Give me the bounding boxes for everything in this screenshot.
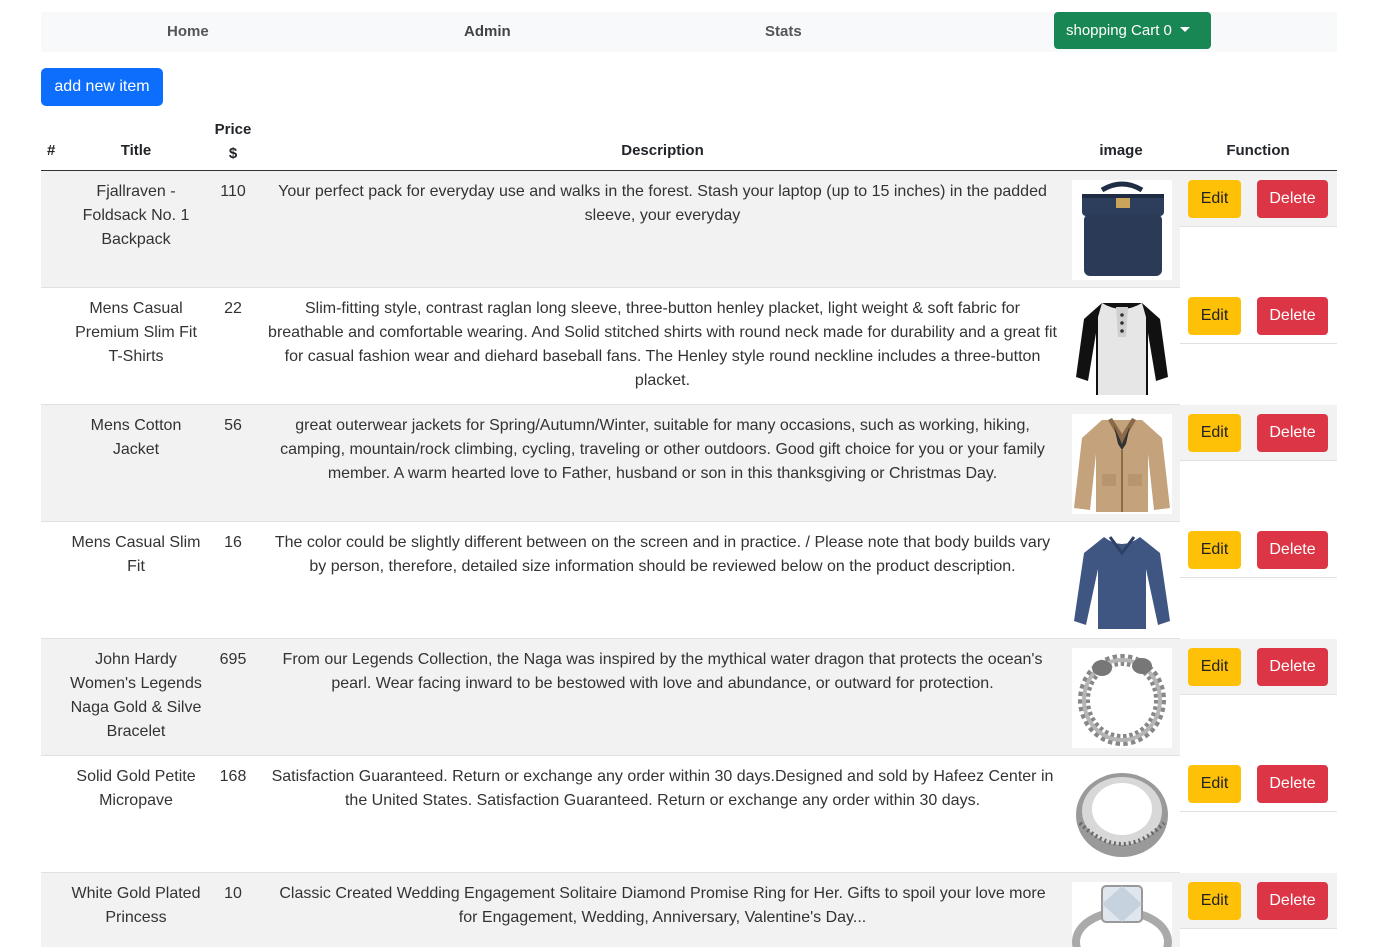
item-title: John Hardy Women's Legends Naga Gold & S… <box>70 651 202 740</box>
items-table: # Title Price $ Description image Functio… <box>41 112 1337 947</box>
caret-down-icon <box>1179 27 1190 32</box>
item-price: 168 <box>219 768 247 785</box>
table-row: Fjallraven - Foldsack No. 1 Backpack 110… <box>41 171 1337 288</box>
delete-button[interactable]: Delete <box>1257 648 1328 686</box>
table-row: White Gold Plated Princess 10 Classic Cr… <box>41 873 1337 947</box>
item-price: 56 <box>224 417 242 434</box>
header-price-unit: $ <box>228 145 238 162</box>
item-price: 22 <box>224 300 242 317</box>
delete-button[interactable]: Delete <box>1257 765 1328 803</box>
delete-button[interactable]: Delete <box>1257 297 1328 335</box>
delete-button[interactable]: Delete <box>1257 882 1328 920</box>
item-price: 110 <box>220 183 246 200</box>
item-description: The color could be slightly different be… <box>274 534 1051 575</box>
edit-button[interactable]: Edit <box>1188 648 1241 686</box>
edit-button[interactable]: Edit <box>1188 531 1241 569</box>
edit-button[interactable]: Edit <box>1188 765 1241 803</box>
item-title: Solid Gold Petite Micropave <box>76 768 196 809</box>
diamond-ring-image <box>1072 882 1172 947</box>
add-new-item-button[interactable]: add new item <box>41 68 163 106</box>
delete-button[interactable]: Delete <box>1257 531 1328 569</box>
edit-button[interactable]: Edit <box>1188 882 1241 920</box>
jacket-image <box>1072 414 1172 514</box>
item-title: White Gold Plated Princess <box>71 885 201 926</box>
delete-button[interactable]: Delete <box>1257 180 1328 218</box>
table-row: Mens Cotton Jacket 56 great outerwear ja… <box>41 405 1337 522</box>
bracelet-image <box>1072 648 1172 748</box>
edit-button[interactable]: Edit <box>1188 414 1241 452</box>
item-description: great outerwear jackets for Spring/Autum… <box>280 417 1045 482</box>
item-description: Classic Created Wedding Engagement Solit… <box>279 885 1046 926</box>
table-row: Mens Casual Slim Fit 16 The color could … <box>41 522 1337 639</box>
item-price: 695 <box>219 651 247 668</box>
item-description: From our Legends Collection, the Naga wa… <box>282 651 1043 692</box>
header-price-label: Price <box>214 121 252 138</box>
header-function: Function <box>1226 142 1290 159</box>
table-header: # Title Price $ Description image Functio… <box>41 112 1337 171</box>
item-price: 16 <box>224 534 242 551</box>
item-title: Mens Cotton Jacket <box>90 417 182 458</box>
item-title: Mens Casual Slim Fit <box>71 534 201 575</box>
table-row: Mens Casual Premium Slim Fit T-Shirts 22… <box>41 288 1337 405</box>
table-row: John Hardy Women's Legends Naga Gold & S… <box>41 639 1337 756</box>
navbar: Home Admin Stats shopping Cart 0 <box>41 12 1337 52</box>
item-title: Mens Casual Premium Slim Fit T-Shirts <box>75 300 197 365</box>
nav-admin-link[interactable]: Admin <box>464 12 511 52</box>
ring-image <box>1072 765 1172 865</box>
header-description: Description <box>621 142 704 159</box>
longsleeve-image <box>1072 531 1172 631</box>
backpack-image <box>1072 180 1172 280</box>
cart-label: shopping Cart 0 <box>1066 22 1172 39</box>
edit-button[interactable]: Edit <box>1188 180 1241 218</box>
item-description: Satisfaction Guaranteed. Return or excha… <box>271 768 1054 809</box>
item-title: Fjallraven - Foldsack No. 1 Backpack <box>82 183 190 248</box>
item-description: Slim-fitting style, contrast raglan long… <box>268 300 1057 389</box>
delete-button[interactable]: Delete <box>1257 414 1328 452</box>
tshirt-image <box>1072 297 1172 397</box>
header-image: image <box>1099 142 1143 159</box>
shopping-cart-dropdown[interactable]: shopping Cart 0 <box>1054 12 1211 49</box>
nav-home-link[interactable]: Home <box>167 12 209 52</box>
header-price: Price $ <box>203 118 263 166</box>
table-row: Solid Gold Petite Micropave 168 Satisfac… <box>41 756 1337 873</box>
item-price: 10 <box>224 885 242 902</box>
item-description: Your perfect pack for everyday use and w… <box>278 183 1047 224</box>
edit-button[interactable]: Edit <box>1188 297 1241 335</box>
header-num: # <box>47 142 56 159</box>
nav-stats-link[interactable]: Stats <box>765 12 802 52</box>
header-title: Title <box>120 142 152 159</box>
